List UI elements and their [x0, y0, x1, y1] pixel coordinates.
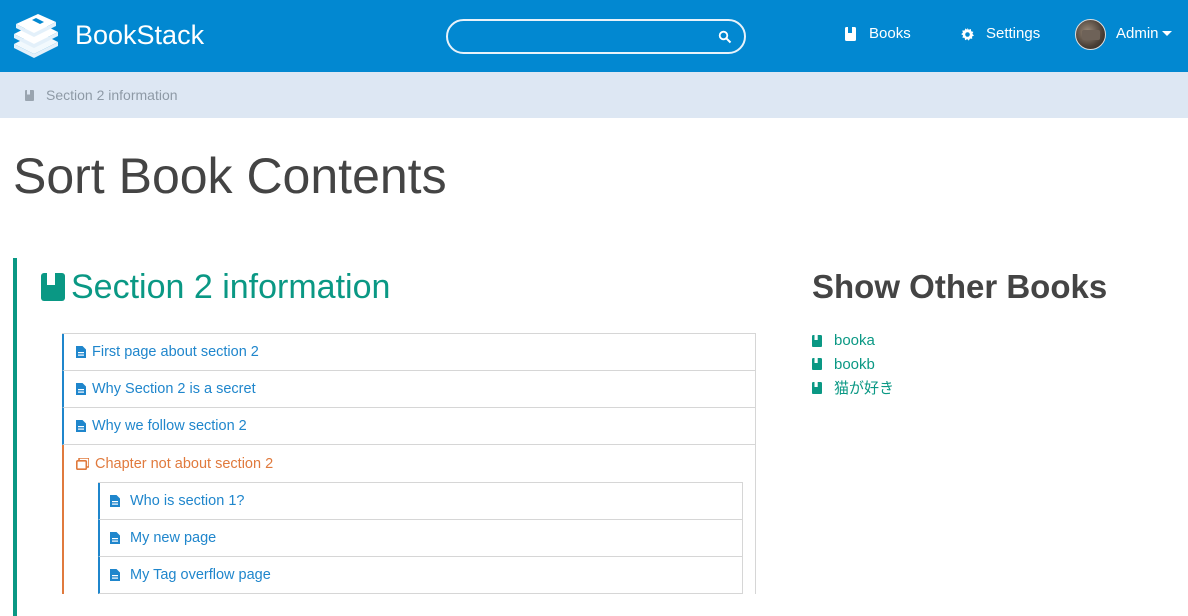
search-input[interactable] — [446, 19, 746, 54]
chapter-heading[interactable]: Chapter not about section 2 — [64, 445, 755, 482]
nav-books-label: Books — [869, 25, 911, 42]
user-name[interactable]: Admin — [1116, 23, 1159, 45]
page-label[interactable]: First page about section 2 — [92, 344, 259, 360]
chapter-label[interactable]: Chapter not about section 2 — [95, 456, 273, 472]
sortable-page-item[interactable]: Why Section 2 is a secret — [62, 371, 755, 408]
breadcrumb-item-book[interactable]: Section 2 information — [46, 86, 178, 104]
search-icon[interactable] — [718, 30, 732, 44]
gear-icon — [961, 27, 974, 41]
sortable-page-item[interactable]: First page about section 2 — [62, 334, 755, 371]
book-sort-panel: Section 2 information First page about s… — [13, 258, 758, 616]
nav-books-link[interactable]: Books — [845, 23, 911, 45]
chapter-page-list: Who is section 1? My new page My Tag ove… — [98, 482, 743, 594]
page-icon — [110, 569, 120, 581]
other-book-item[interactable]: booka — [812, 329, 894, 353]
other-book-label[interactable]: bookb — [834, 356, 875, 373]
breadcrumb-bar: Section 2 information — [0, 72, 1188, 118]
book-icon — [845, 27, 856, 41]
nav-settings-label: Settings — [986, 25, 1041, 42]
other-book-item[interactable]: bookb — [812, 353, 894, 377]
chapter-icon — [76, 457, 89, 470]
sortable-page-item[interactable]: My Tag overflow page — [98, 557, 742, 594]
book-icon — [812, 334, 822, 347]
book-title: Section 2 information — [71, 268, 391, 306]
page-title: Sort Book Contents — [13, 148, 447, 204]
page-icon — [76, 420, 86, 432]
book-icon — [812, 381, 822, 394]
book-heading: Section 2 information — [41, 266, 390, 308]
other-book-item[interactable]: 猫が好き — [812, 376, 894, 400]
other-book-label[interactable]: booka — [834, 332, 875, 349]
sortable-chapter-item[interactable]: Chapter not about section 2 Who is secti… — [62, 445, 755, 594]
book-icon — [41, 273, 65, 301]
page-label[interactable]: My Tag overflow page — [130, 567, 271, 583]
show-other-books-heading: Show Other Books — [812, 268, 1108, 305]
page-icon — [76, 383, 86, 395]
user-avatar[interactable] — [1075, 19, 1106, 50]
sortable-page-item[interactable]: My new page — [98, 520, 742, 557]
page-label[interactable]: Why we follow section 2 — [92, 418, 247, 434]
book-content-list: First page about section 2 Why Section 2… — [62, 333, 756, 594]
book-icon — [812, 358, 822, 371]
sortable-page-item[interactable]: Why we follow section 2 — [62, 408, 755, 445]
other-books-list: booka bookb 猫が好き — [812, 329, 894, 400]
book-icon — [25, 89, 34, 101]
other-book-label[interactable]: 猫が好き — [834, 377, 894, 398]
bookstack-logo-icon[interactable] — [12, 14, 60, 58]
app-title[interactable]: BookStack — [75, 18, 204, 52]
chevron-down-icon[interactable] — [1162, 31, 1172, 36]
page-icon — [76, 346, 86, 358]
page-label[interactable]: Who is section 1? — [130, 493, 244, 509]
top-header: BookStack Books Settings Admin — [0, 0, 1188, 72]
nav-settings-link[interactable]: Settings — [961, 23, 1040, 45]
page-icon — [110, 532, 120, 544]
page-label[interactable]: Why Section 2 is a secret — [92, 381, 256, 397]
page-icon — [110, 495, 120, 507]
sortable-page-item[interactable]: Who is section 1? — [98, 483, 742, 520]
breadcrumb[interactable]: Section 2 information — [25, 86, 178, 104]
page-label[interactable]: My new page — [130, 530, 216, 546]
